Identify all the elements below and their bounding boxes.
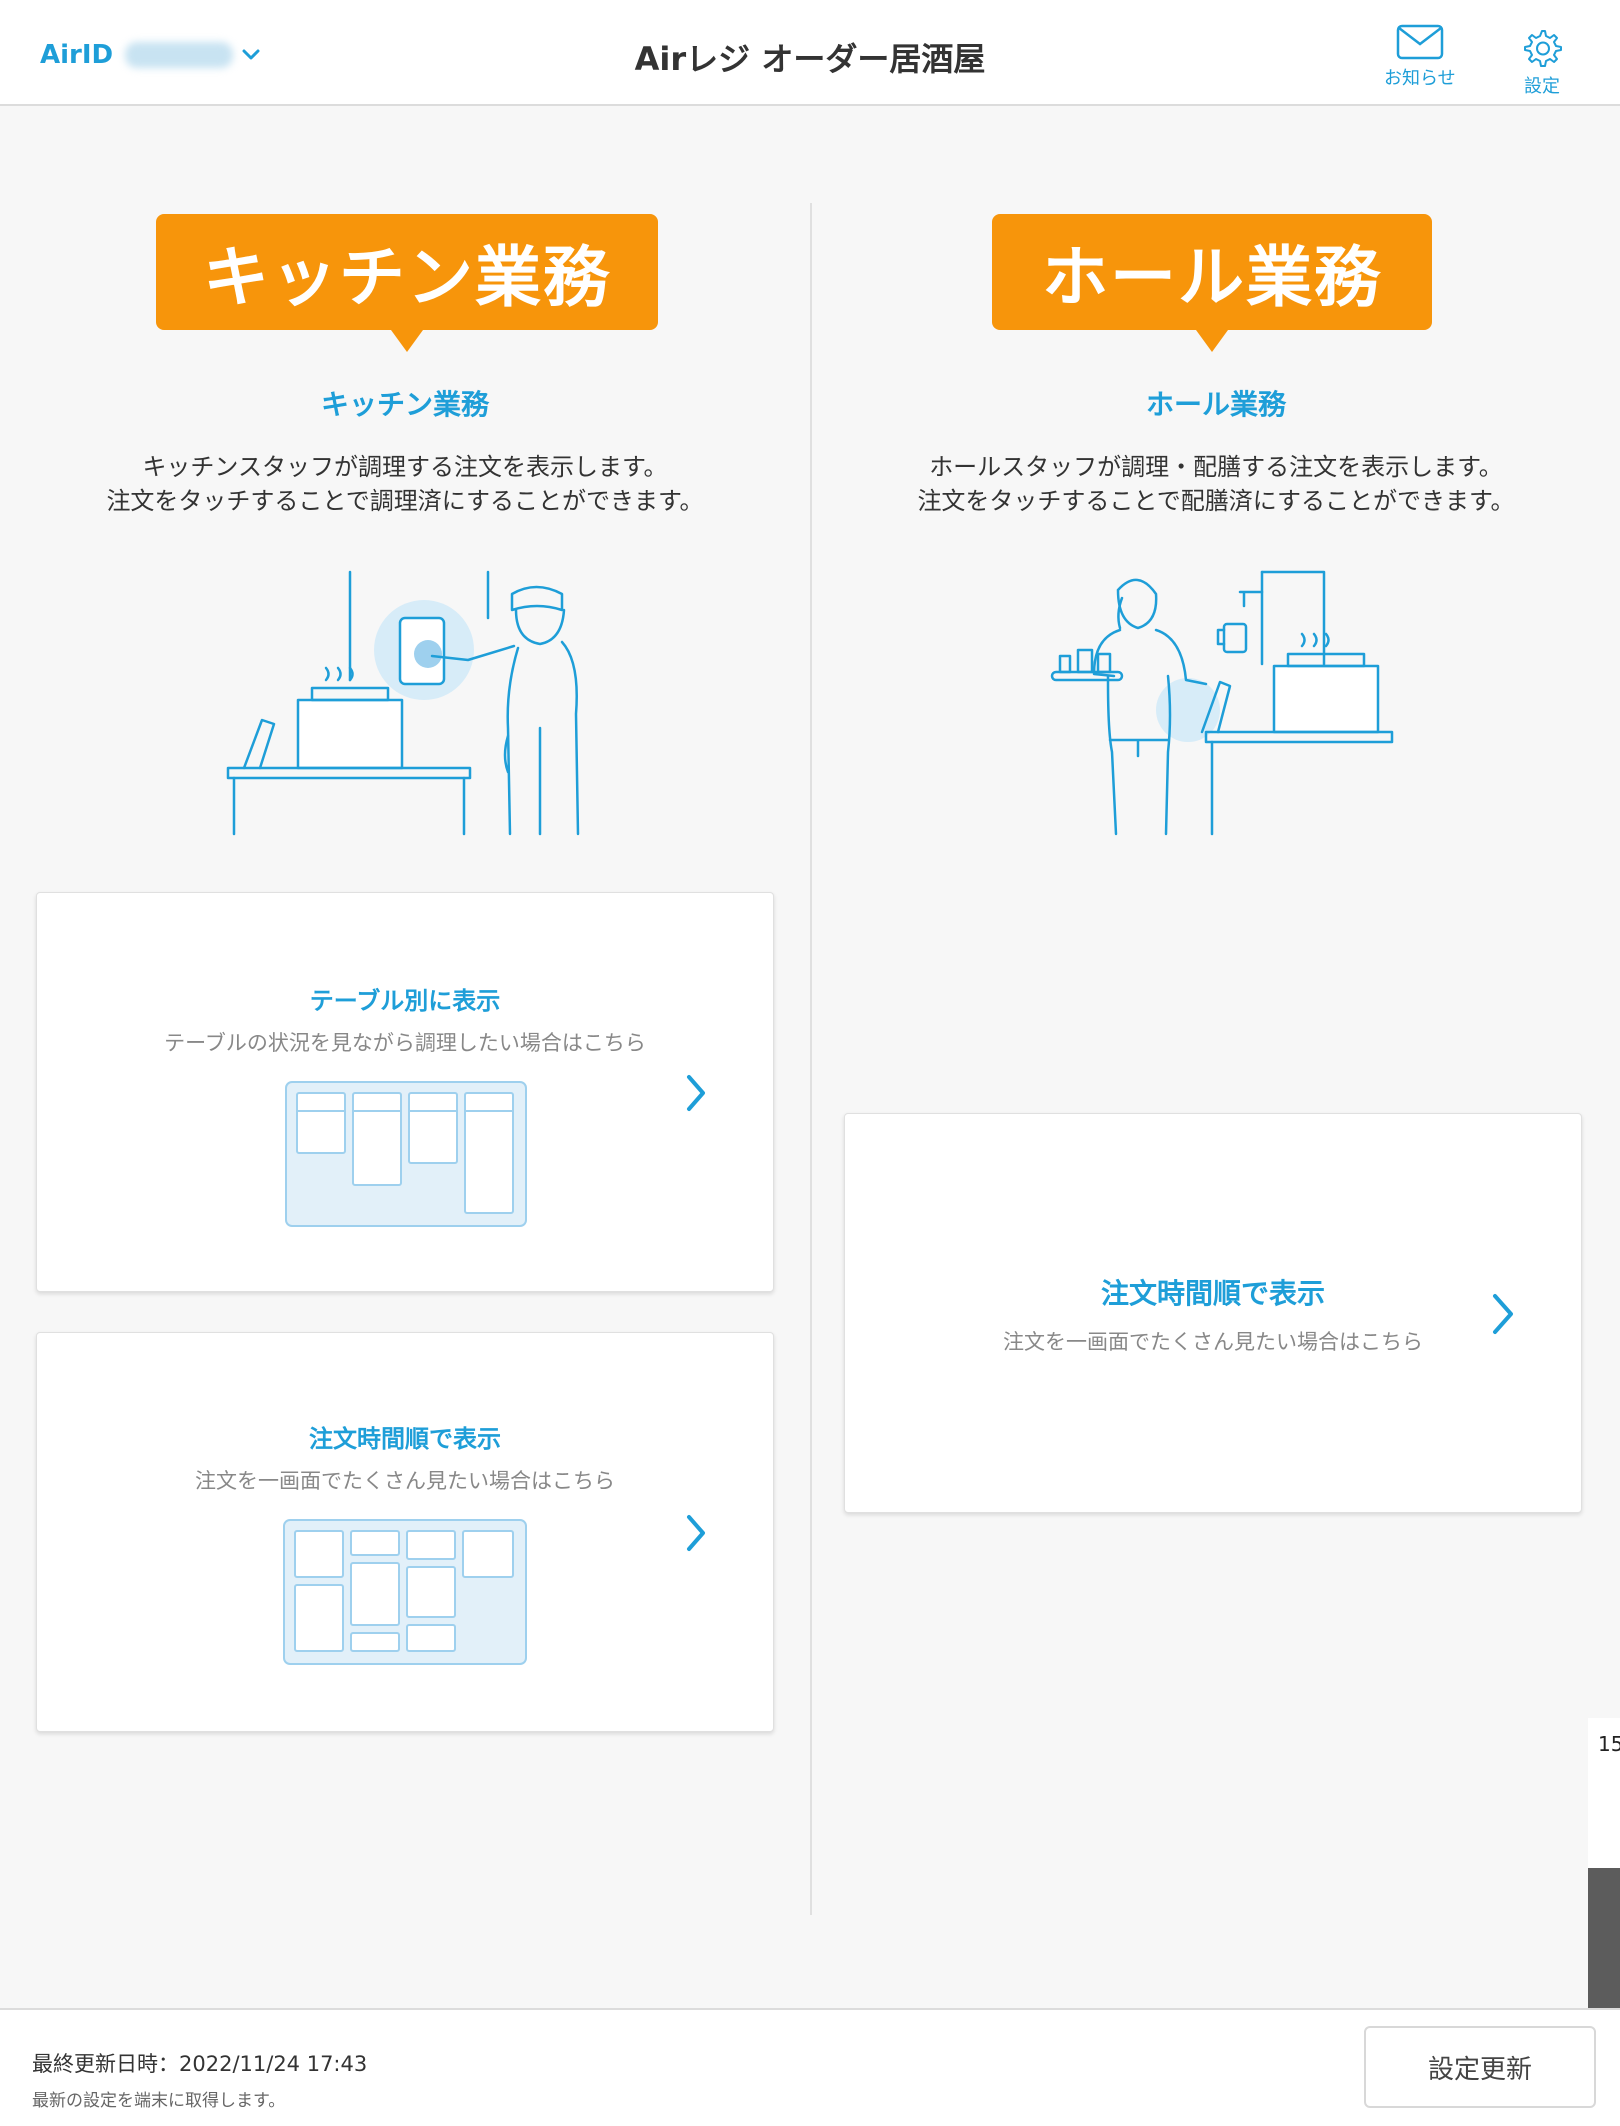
- app-header: AirID Airレジ オーダー居酒屋 お知らせ 設定: [0, 0, 1620, 106]
- hall-desc-line1: ホールスタッフが調理・配膳する注文を表示します。: [929, 453, 1503, 481]
- footer: 最終更新日時：2022/11/24 17:43 最新の設定を端末に取得します。 …: [0, 2008, 1620, 2126]
- kitchen-title: キッチン業務: [320, 388, 489, 421]
- settings-label: 設定: [1524, 76, 1560, 97]
- update-settings-button[interactable]: 設定更新: [1364, 2026, 1596, 2108]
- chevron-right-icon: [687, 1075, 705, 1111]
- card-subtitle: 注文を一画面でたくさん見たい場合はこちら: [1003, 1330, 1423, 1354]
- card-title: テーブル別に表示: [309, 987, 501, 1015]
- card-subtitle: 注文を一画面でたくさん見たい場合はこちら: [195, 1469, 615, 1493]
- mail-icon: [1396, 24, 1444, 60]
- chevron-right-icon: [1493, 1294, 1513, 1334]
- notifications-label: お知らせ: [1384, 68, 1456, 89]
- table-layout-thumbnail: [285, 1081, 527, 1227]
- gear-icon: [1524, 30, 1562, 67]
- hall-time-order-card[interactable]: 注文時間順で表示 注文を一画面でたくさん見たい場合はこちら: [844, 1113, 1582, 1513]
- kitchen-desc-line1: キッチンスタッフが調理する注文を表示します。: [142, 453, 668, 481]
- update-note: 最新の設定を端末に取得します。: [32, 2091, 286, 2111]
- notifications-button[interactable]: お知らせ: [1384, 24, 1456, 90]
- hall-title: ホール業務: [1145, 388, 1286, 421]
- last-updated-time: 最終更新日時：2022/11/24 17:43: [32, 2052, 368, 2076]
- app-title: Airレジ オーダー居酒屋: [634, 40, 986, 78]
- settings-button[interactable]: 設定: [1522, 28, 1562, 98]
- kitchen-desc-line2: 注文をタッチすることで調理済にすることができます。: [106, 487, 704, 515]
- hall-banner: ホール業務: [992, 214, 1432, 352]
- time-order-thumbnail: [283, 1519, 527, 1665]
- chevron-right-icon: [687, 1515, 705, 1551]
- hall-description: ホールスタッフが調理・配膳する注文を表示します。 注文をタッチすることで配膳済に…: [812, 450, 1620, 518]
- edge-number: 15: [1598, 1732, 1620, 1756]
- kitchen-illustration: [226, 570, 580, 836]
- kitchen-description: キッチンスタッフが調理する注文を表示します。 注文をタッチすることで調理済にする…: [0, 450, 810, 518]
- kitchen-table-view-card[interactable]: テーブル別に表示 テーブルの状況を見ながら調理したい場合はこちら: [36, 892, 774, 1292]
- card-title: 注文時間順で表示: [309, 1425, 501, 1453]
- hall-desc-line2: 注文をタッチすることで配膳済にすることができます。: [917, 487, 1515, 515]
- kitchen-banner: キッチン業務: [156, 214, 658, 352]
- card-title: 注文時間順で表示: [1100, 1277, 1325, 1310]
- kitchen-time-order-card[interactable]: 注文時間順で表示 注文を一画面でたくさん見たい場合はこちら: [36, 1332, 774, 1732]
- card-subtitle: テーブルの状況を見ながら調理したい場合はこちら: [164, 1031, 646, 1055]
- hall-illustration: [1050, 570, 1394, 836]
